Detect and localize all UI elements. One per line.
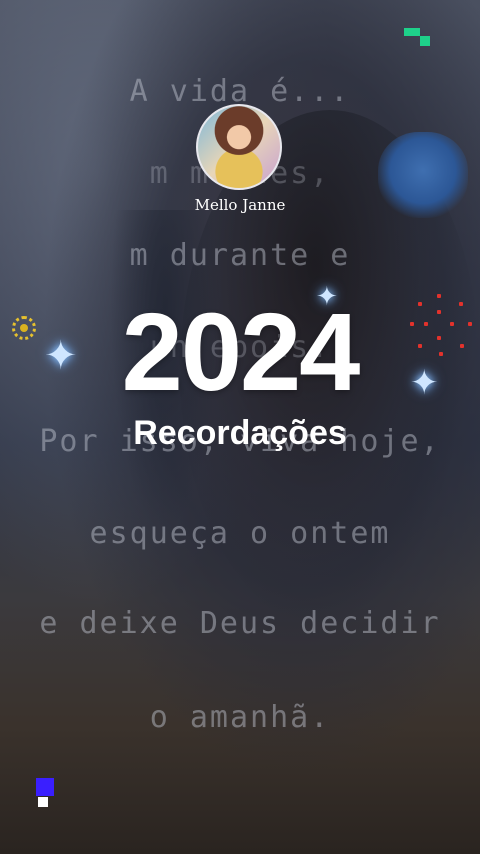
firework-dots-icon	[406, 292, 476, 362]
lyric-line-3: m durante e	[129, 238, 351, 273]
lyric-line-6: esqueça o ontem	[89, 516, 391, 551]
pixel-decoration-icon	[404, 28, 420, 36]
sparkle-icon: ✦	[44, 333, 78, 379]
pixel-decoration-icon	[36, 778, 54, 796]
sun-icon	[12, 316, 36, 340]
profile-avatar[interactable]	[196, 104, 282, 190]
pixel-decoration-icon	[38, 797, 48, 807]
lyric-line-7: e deixe Deus decidir	[39, 606, 441, 641]
subtitle: Recordações	[133, 414, 347, 452]
sparkle-icon: ✦	[316, 282, 338, 312]
sparkle-icon: ✦	[410, 363, 439, 403]
lyric-line-8: o amanhã.	[149, 700, 331, 735]
pixel-decoration-icon	[420, 36, 430, 46]
profile-name: Mello Janne	[194, 196, 286, 214]
